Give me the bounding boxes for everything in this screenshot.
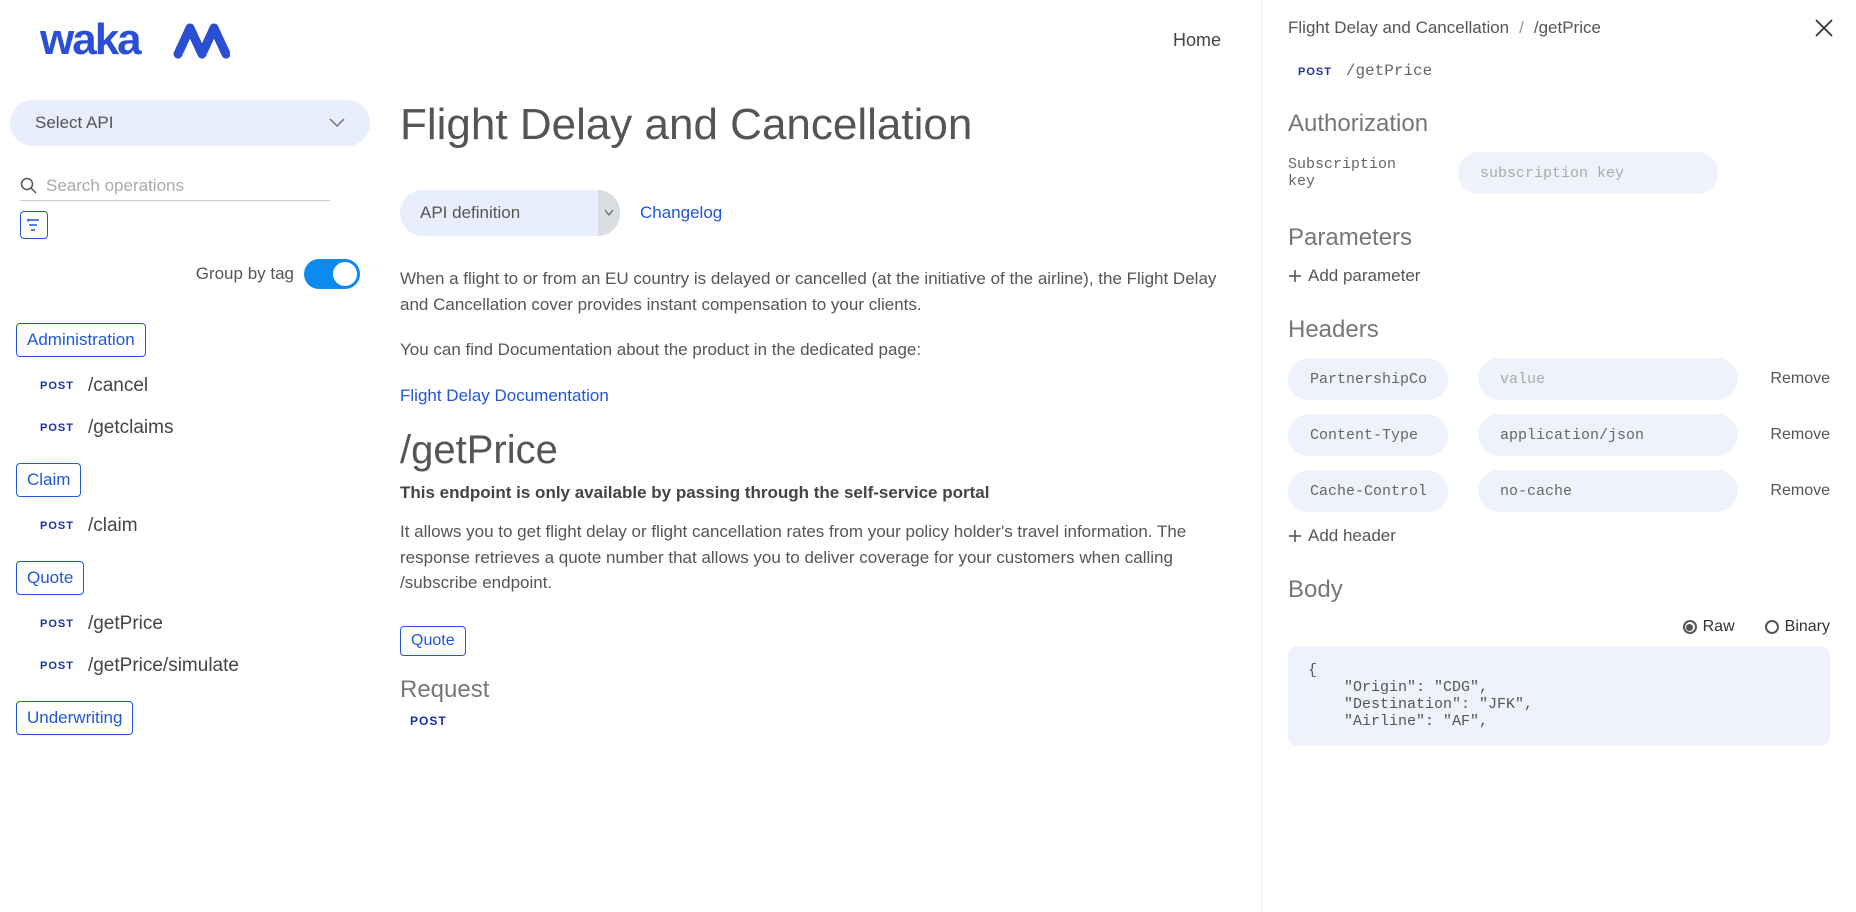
search-icon xyxy=(20,177,38,195)
radio-checked-icon xyxy=(1683,620,1697,634)
header-name-input[interactable] xyxy=(1288,414,1448,456)
api-definition-label: API definition xyxy=(420,203,520,223)
nav-home[interactable]: Home xyxy=(1173,30,1221,51)
op-path: /claim xyxy=(88,515,138,537)
request-body-editor[interactable]: { "Origin": "CDG", "Destination": "JFK",… xyxy=(1288,646,1830,746)
breadcrumb-separator: / xyxy=(1519,18,1524,38)
subscription-key-label: Subscription key xyxy=(1288,156,1428,190)
close-icon[interactable] xyxy=(1814,18,1834,38)
header-row-partnership: Remove xyxy=(1288,358,1830,400)
op-claim[interactable]: POST /claim xyxy=(10,505,370,547)
documentation: Flight Delay and Cancellation API defini… xyxy=(380,80,1261,912)
radio-unchecked-icon xyxy=(1765,620,1779,634)
changelog-link[interactable]: Changelog xyxy=(640,203,722,223)
header-value-input[interactable] xyxy=(1478,414,1738,456)
tag-administration[interactable]: Administration xyxy=(16,323,146,357)
headers-heading: Headers xyxy=(1288,316,1830,344)
subscription-key-input[interactable] xyxy=(1458,152,1718,194)
header-name-input[interactable] xyxy=(1288,358,1448,400)
header-value-input[interactable] xyxy=(1478,358,1738,400)
chevron-down-icon xyxy=(329,118,345,128)
remove-header-button[interactable]: Remove xyxy=(1770,482,1830,500)
tag-claim[interactable]: Claim xyxy=(16,463,81,497)
request-heading: Request xyxy=(400,676,1241,704)
breadcrumb: Flight Delay and Cancellation / /getPric… xyxy=(1288,18,1830,38)
op-path: /getclaims xyxy=(88,417,174,439)
endpoint-subtitle: This endpoint is only available by passi… xyxy=(400,483,1241,503)
panel-method-badge: POST xyxy=(1298,66,1332,78)
plus-icon xyxy=(1288,529,1302,543)
op-path: /cancel xyxy=(88,375,148,397)
add-parameter-button[interactable]: Add parameter xyxy=(1288,266,1830,286)
tag-quote[interactable]: Quote xyxy=(16,561,84,595)
op-path: /getPrice xyxy=(88,613,163,635)
add-header-button[interactable]: Add header xyxy=(1288,526,1830,546)
op-cancel[interactable]: POST /cancel xyxy=(10,365,370,407)
svg-text:waka: waka xyxy=(40,15,142,64)
chevron-down-icon xyxy=(598,190,620,236)
body-binary-radio[interactable]: Binary xyxy=(1765,618,1830,636)
page-title: Flight Delay and Cancellation xyxy=(400,100,1241,150)
parameters-heading: Parameters xyxy=(1288,224,1830,252)
remove-header-button[interactable]: Remove xyxy=(1770,426,1830,444)
header-row-cache-control: Remove xyxy=(1288,470,1830,512)
group-by-tag-toggle[interactable] xyxy=(304,259,360,289)
select-api-dropdown[interactable]: Select API xyxy=(10,100,370,146)
method-badge: POST xyxy=(40,380,74,392)
select-api-label: Select API xyxy=(35,113,113,133)
header-name-input[interactable] xyxy=(1288,470,1448,512)
header-value-input[interactable] xyxy=(1478,470,1738,512)
op-path: /getPrice/simulate xyxy=(88,655,239,677)
method-badge: POST xyxy=(40,618,74,630)
filter-button[interactable]: + xyxy=(20,211,48,239)
remove-header-button[interactable]: Remove xyxy=(1770,370,1830,388)
op-getprice-simulate[interactable]: POST /getPrice/simulate xyxy=(10,645,370,687)
radio-raw-label: Raw xyxy=(1703,618,1735,636)
svg-text:+: + xyxy=(26,218,31,225)
intro-paragraph-1: When a flight to or from an EU country i… xyxy=(400,266,1241,317)
op-getclaims[interactable]: POST /getclaims xyxy=(10,407,370,449)
group-by-tag-label: Group by tag xyxy=(196,264,294,284)
authorization-heading: Authorization xyxy=(1288,110,1830,138)
panel-path: /getPrice xyxy=(1346,62,1432,80)
add-parameter-label: Add parameter xyxy=(1308,266,1420,286)
api-definition-dropdown[interactable]: API definition xyxy=(400,190,620,236)
sidebar: Select API + Group by tag Administration xyxy=(0,80,380,912)
body-heading: Body xyxy=(1288,576,1830,604)
add-header-label: Add header xyxy=(1308,526,1396,546)
breadcrumb-parent[interactable]: Flight Delay and Cancellation xyxy=(1288,18,1509,38)
body-raw-radio[interactable]: Raw xyxy=(1683,618,1735,636)
op-getprice[interactable]: POST /getPrice xyxy=(10,603,370,645)
request-method-badge: POST xyxy=(410,714,1241,728)
radio-binary-label: Binary xyxy=(1785,618,1830,636)
method-badge: POST xyxy=(40,422,74,434)
search-operations-input[interactable] xyxy=(46,176,330,196)
header-row-content-type: Remove xyxy=(1288,414,1830,456)
endpoint-title: /getPrice xyxy=(400,428,1241,473)
plus-icon xyxy=(1288,269,1302,283)
method-badge: POST xyxy=(40,520,74,532)
try-it-panel: Flight Delay and Cancellation / /getPric… xyxy=(1261,0,1856,912)
logo[interactable]: waka xyxy=(40,10,230,70)
method-badge: POST xyxy=(40,660,74,672)
documentation-link[interactable]: Flight Delay Documentation xyxy=(400,386,609,405)
endpoint-tag-quote[interactable]: Quote xyxy=(400,626,466,656)
intro-paragraph-2: You can find Documentation about the pro… xyxy=(400,337,1241,363)
tag-underwriting[interactable]: Underwriting xyxy=(16,701,133,735)
endpoint-description: It allows you to get flight delay or fli… xyxy=(400,519,1241,596)
breadcrumb-current: /getPrice xyxy=(1534,18,1601,38)
